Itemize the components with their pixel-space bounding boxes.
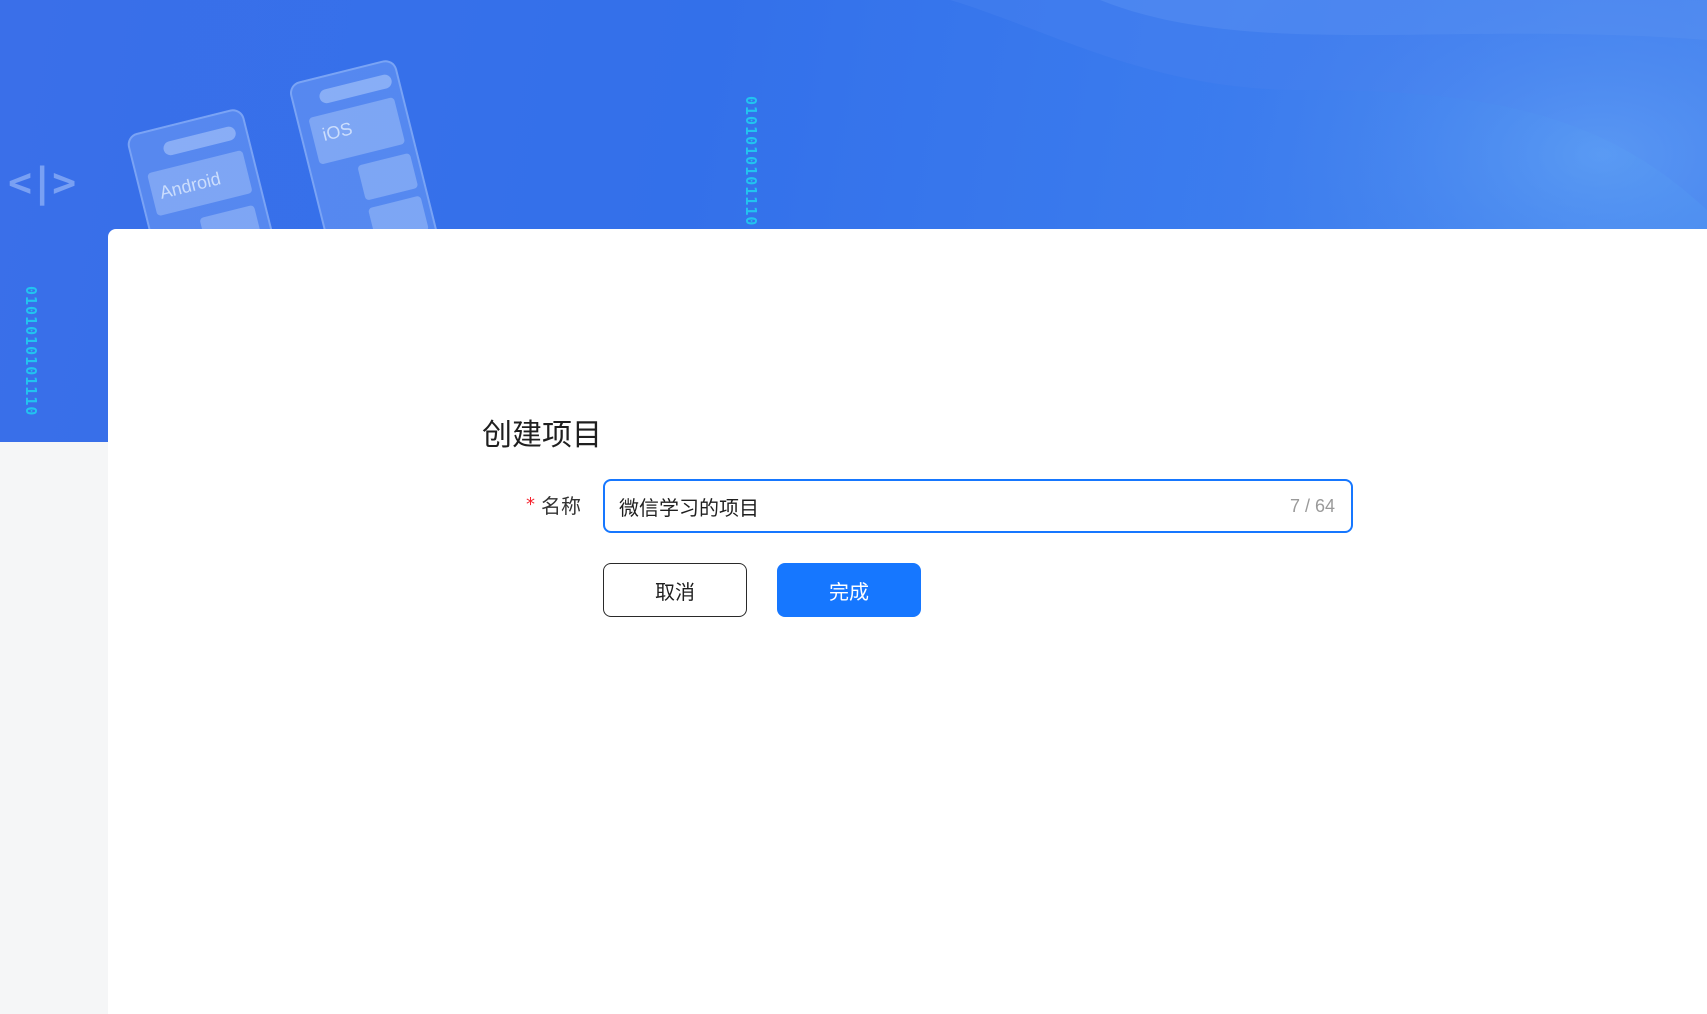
- binary-decoration-left: 0101010101110: [22, 286, 40, 417]
- char-counter: 7 / 64: [1289, 495, 1335, 516]
- name-input[interactable]: [619, 494, 1290, 518]
- name-label-text: 名称: [541, 494, 581, 518]
- name-input-wrapper[interactable]: 7 / 64: [603, 479, 1353, 533]
- confirm-button[interactable]: 完成: [777, 563, 921, 617]
- page-title: 创建项目: [482, 418, 602, 453]
- page: <|> Android iOS 0101010101110 0101010101…: [0, 0, 1707, 1014]
- required-mark: *: [526, 494, 535, 515]
- cancel-button[interactable]: 取消: [603, 563, 747, 617]
- binary-decoration-top: 0101010101110: [742, 96, 760, 227]
- name-field-label: * 名称: [526, 490, 581, 519]
- code-glyph-icon: <|>: [8, 160, 76, 206]
- create-project-card: [108, 229, 1707, 1014]
